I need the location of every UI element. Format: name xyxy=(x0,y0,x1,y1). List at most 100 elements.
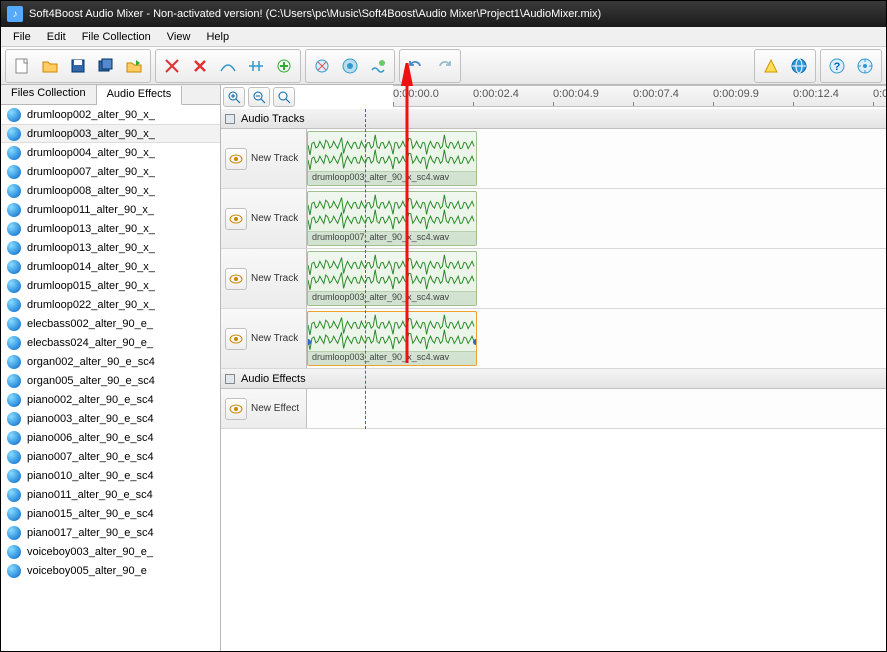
tab-files-collection[interactable]: Files Collection xyxy=(1,85,97,104)
audio-file-icon xyxy=(7,260,21,274)
file-item[interactable]: drumloop007_alter_90_x_ xyxy=(1,162,220,181)
menu-file[interactable]: File xyxy=(5,29,39,45)
new-file-button[interactable] xyxy=(8,52,36,80)
audio-file-icon xyxy=(7,165,21,179)
file-item[interactable]: drumloop011_alter_90_x_ xyxy=(1,200,220,219)
menu-view[interactable]: View xyxy=(159,29,199,45)
eye-icon[interactable] xyxy=(225,398,247,420)
file-item[interactable]: piano011_alter_90_e_sc4 xyxy=(1,485,220,504)
tab-audio-effects[interactable]: Audio Effects xyxy=(97,86,183,105)
tool-b-button[interactable] xyxy=(336,52,364,80)
file-item[interactable]: drumloop002_alter_90_x_ xyxy=(1,105,220,124)
zoom-fit-button[interactable] xyxy=(273,87,295,107)
upgrade-button[interactable] xyxy=(757,52,785,80)
playhead[interactable] xyxy=(365,109,366,429)
file-item[interactable]: voiceboy005_alter_90_e xyxy=(1,561,220,580)
track-header[interactable]: New Track xyxy=(221,249,307,308)
undo-button[interactable] xyxy=(402,52,430,80)
titlebar: ♪ Soft4Boost Audio Mixer - Non-activated… xyxy=(1,1,886,27)
menu-help[interactable]: Help xyxy=(198,29,237,45)
file-name: drumloop003_alter_90_x_ xyxy=(27,128,155,140)
fade-button[interactable] xyxy=(214,52,242,80)
save-all-button[interactable] xyxy=(92,52,120,80)
track-body[interactable]: drumloop007_alter_90_x_sc4.wav xyxy=(307,189,886,248)
about-button[interactable] xyxy=(851,52,879,80)
file-item[interactable]: piano006_alter_90_e_sc4 xyxy=(1,428,220,447)
file-item[interactable]: drumloop022_alter_90_x_ xyxy=(1,295,220,314)
audio-tracks-label: Audio Tracks xyxy=(241,113,305,125)
tool-c-button[interactable] xyxy=(364,52,392,80)
file-name: drumloop008_alter_90_x_ xyxy=(27,185,155,197)
help-button[interactable]: ? xyxy=(823,52,851,80)
eye-icon[interactable] xyxy=(225,208,247,230)
file-name: piano006_alter_90_e_sc4 xyxy=(27,432,154,444)
collapse-icon xyxy=(225,114,235,124)
main-toolbar: ? xyxy=(1,47,886,85)
eye-icon[interactable] xyxy=(225,268,247,290)
app-logo-icon: ♪ xyxy=(7,6,23,22)
audio-file-icon xyxy=(7,203,21,217)
effect-track-header[interactable]: New Effect xyxy=(221,389,307,428)
file-name: organ002_alter_90_e_sc4 xyxy=(27,356,155,368)
file-name: piano010_alter_90_e_sc4 xyxy=(27,470,154,482)
normalize-button[interactable] xyxy=(242,52,270,80)
file-item[interactable]: piano007_alter_90_e_sc4 xyxy=(1,447,220,466)
save-button[interactable] xyxy=(64,52,92,80)
file-name: piano003_alter_90_e_sc4 xyxy=(27,413,154,425)
file-item[interactable]: drumloop004_alter_90_x_ xyxy=(1,143,220,162)
file-item[interactable]: elecbass024_alter_90_e_ xyxy=(1,333,220,352)
audio-clip[interactable]: drumloop003_alter_90_x_sc4.wav xyxy=(307,251,477,306)
track-header[interactable]: New Track xyxy=(221,129,307,188)
menu-file-collection[interactable]: File Collection xyxy=(74,29,159,45)
file-item[interactable]: drumloop003_alter_90_x_ xyxy=(1,124,220,143)
file-name: drumloop013_alter_90_x_ xyxy=(27,223,155,235)
effect-track-body[interactable] xyxy=(307,389,886,428)
file-item[interactable]: piano017_alter_90_e_sc4 xyxy=(1,523,220,542)
audio-file-icon xyxy=(7,336,21,350)
zoom-in-button[interactable] xyxy=(223,87,245,107)
web-button[interactable] xyxy=(785,52,813,80)
audio-file-icon xyxy=(7,222,21,236)
file-item[interactable]: voiceboy003_alter_90_e_ xyxy=(1,542,220,561)
delete-button[interactable] xyxy=(186,52,214,80)
file-item[interactable]: elecbass002_alter_90_e_ xyxy=(1,314,220,333)
audio-clip[interactable]: drumloop003_alter_90_x_sc4.wav xyxy=(307,311,477,366)
zoom-out-button[interactable] xyxy=(248,87,270,107)
open-file-button[interactable] xyxy=(36,52,64,80)
eye-icon[interactable] xyxy=(225,148,247,170)
file-name: piano017_alter_90_e_sc4 xyxy=(27,527,154,539)
file-item[interactable]: drumloop008_alter_90_x_ xyxy=(1,181,220,200)
file-name: piano002_alter_90_e_sc4 xyxy=(27,394,154,406)
time-ruler[interactable]: 0:00:00.00:00:02.40:00:04.90:00:07.40:00… xyxy=(393,85,886,107)
audio-tracks-header[interactable]: Audio Tracks xyxy=(221,109,886,129)
file-item[interactable]: piano002_alter_90_e_sc4 xyxy=(1,390,220,409)
file-item[interactable]: organ005_alter_90_e_sc4 xyxy=(1,371,220,390)
tool-a-button[interactable] xyxy=(308,52,336,80)
add-effect-button[interactable] xyxy=(270,52,298,80)
file-list[interactable]: drumloop002_alter_90_x_ drumloop003_alter… xyxy=(1,105,220,651)
file-item[interactable]: piano015_alter_90_e_sc4 xyxy=(1,504,220,523)
file-item[interactable]: drumloop013_alter_90_x_ xyxy=(1,238,220,257)
cut-button[interactable] xyxy=(158,52,186,80)
audio-clip[interactable]: drumloop003_alter_90_x_sc4.wav xyxy=(307,131,477,186)
ruler-mark: 0:00:14.9 xyxy=(873,88,886,100)
menu-edit[interactable]: Edit xyxy=(39,29,74,45)
file-item[interactable]: piano003_alter_90_e_sc4 xyxy=(1,409,220,428)
track-body[interactable]: drumloop003_alter_90_x_sc4.wav xyxy=(307,249,886,308)
file-item[interactable]: organ002_alter_90_e_sc4 xyxy=(1,352,220,371)
audio-clip[interactable]: drumloop007_alter_90_x_sc4.wav xyxy=(307,191,477,246)
track-header[interactable]: New Track xyxy=(221,309,307,368)
track-name: New Track xyxy=(251,273,298,284)
file-item[interactable]: drumloop014_alter_90_x_ xyxy=(1,257,220,276)
audio-effects-header[interactable]: Audio Effects xyxy=(221,369,886,389)
clip-label: drumloop003_alter_90_x_sc4.wav xyxy=(308,171,476,185)
track-body[interactable]: drumloop003_alter_90_x_sc4.wav xyxy=(307,309,886,368)
export-button[interactable] xyxy=(120,52,148,80)
track-body[interactable]: drumloop003_alter_90_x_sc4.wav xyxy=(307,129,886,188)
file-item[interactable]: drumloop015_alter_90_x_ xyxy=(1,276,220,295)
track-header[interactable]: New Track xyxy=(221,189,307,248)
eye-icon[interactable] xyxy=(225,328,247,350)
redo-button[interactable] xyxy=(430,52,458,80)
file-item[interactable]: piano010_alter_90_e_sc4 xyxy=(1,466,220,485)
file-item[interactable]: drumloop013_alter_90_x_ xyxy=(1,219,220,238)
